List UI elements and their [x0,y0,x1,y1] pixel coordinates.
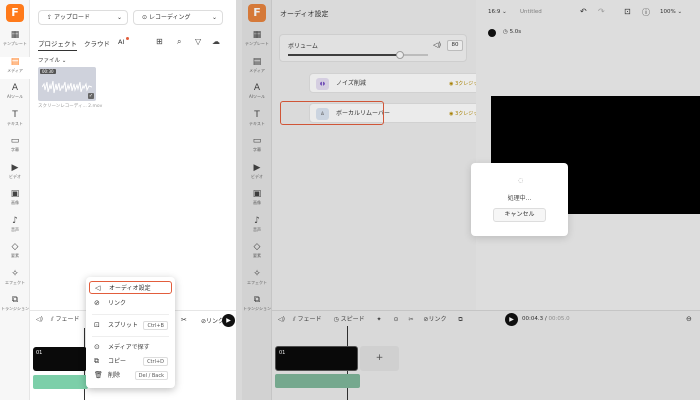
spinner-icon: ◌ [518,177,524,184]
ai-new-dot [126,37,129,40]
sidebar-icon: ▤ [10,56,20,67]
sidebar-item-8[interactable]: ◇ 要素 [0,242,30,264]
sidebar-item-label: 要素 [11,253,19,258]
sidebar-icon: ⧉ [11,295,19,305]
sidebar-item-label: AIツール [7,94,23,99]
sidebar-item-3[interactable]: T テキスト [0,110,30,132]
sidebar-item-label: テンプレート [3,41,27,46]
menu-item-delete[interactable]: 🗑 削除 Del / Back [89,369,172,382]
filter-icon[interactable]: ▽ [195,37,201,46]
sidebar-icon: ✧ [11,268,19,279]
audio-icon[interactable]: ◁) [36,316,43,323]
cancel-button[interactable]: キャンセル [493,208,546,222]
timeline-audio-clip[interactable] [33,375,88,389]
file-dropdown[interactable]: ファイル ⌄ [38,56,66,64]
menu-item-split[interactable]: ⊡ スプリット Ctrl+B [89,319,172,332]
trash-icon: 🗑 [94,371,103,379]
sidebar-item-6[interactable]: ▣ 画像 [0,189,30,211]
sidebar-item-label: 字幕 [11,147,19,152]
menu-item-copy[interactable]: ⧉ コピー Ctrl+D [89,355,172,368]
record-icon: ⊙ [142,14,149,21]
waveform-icon [42,80,92,94]
speaker-icon: ◁ [95,284,101,292]
left-sidebar-rail: F ▦ テンプレート ▤ メディア A AIツール T テキスト ▭ 字幕 ▶ ビデオ ▣ 画像 ♪ 音声 ◇ 要… [0,0,30,400]
shortcut-badge: Del / Back [134,371,168,380]
processing-dialog: ◌ 処理中... キャンセル [471,163,568,236]
sidebar-item-7[interactable]: ♪ 音声 [0,216,30,238]
chevron-down-icon: ⌄ [116,14,122,21]
app-logo: F [6,4,24,22]
sidebar-item-0[interactable]: ▦ テンプレート [0,30,30,52]
menu-divider [92,336,169,337]
sidebar-item-4[interactable]: ▭ 字幕 [0,136,30,158]
play-button[interactable]: ▶ [222,314,235,327]
sidebar-item-label: メディア [7,67,23,73]
sidebar-item-10[interactable]: ⧉ トランジション [0,295,30,317]
check-icon[interactable]: ✓ [88,93,94,99]
tab-ai[interactable]: AI [118,38,124,46]
sidebar-icon: ▣ [10,189,20,199]
sidebar-item-label: 音声 [11,226,19,232]
sidebar-icon: ♪ [12,215,18,226]
link-icon: ⊘ [94,299,100,307]
menu-divider [92,314,169,315]
sidebar-icon: ▦ [10,30,20,40]
tab-cloud[interactable]: クラウド [84,38,110,48]
upload-icon: ⇪ [47,14,54,21]
shortcut-badge: Ctrl+B [143,321,168,330]
fade-label[interactable]: フェード [56,316,80,323]
sidebar-item-1[interactable]: ▤ メディア [0,56,30,79]
sidebar-icon: ▭ [10,136,20,146]
sidebar-item-label: トランジション [1,306,29,311]
locate-icon: ⊙ [94,343,100,351]
chevron-down-icon: ⌄ [211,14,217,21]
split-icon: ⊡ [94,321,100,329]
record-button[interactable]: ⊙ レコーディング ⌄ [133,10,223,25]
media-clip-thumbnail[interactable]: 00:30 ✓ [38,67,96,101]
cloud-icon[interactable]: ☁ [212,37,220,46]
timeline-video-clip[interactable]: 01 [33,347,87,371]
left-editor-panel: F ▦ テンプレート ▤ メディア A AIツール T テキスト ▭ 字幕 ▶ ビデオ ▣ 画像 ♪ 音声 ◇ 要… [0,0,236,400]
context-menu: ◁ オーディオ設定 ⊘ リンク ⊡ スプリット Ctrl+B ⊙ メディアで探す ⧉ コピ… [86,277,175,388]
clip-filename: スクリーンレコーディ... 2.mov [38,104,103,109]
sidebar-item-5[interactable]: ▶ ビデオ [0,163,30,185]
sidebar-item-label: 画像 [11,200,19,205]
menu-item-link[interactable]: ⊘ リンク [89,297,172,310]
chevron-down-icon: ⌄ [61,58,67,64]
scissors-icon[interactable]: ✂ [181,316,187,324]
sidebar-item-label: テキスト [7,120,23,126]
upload-button[interactable]: ⇪ アップロード ⌄ [38,10,128,25]
sidebar-item-label: ビデオ [9,173,21,179]
right-editor-panel: F ▦ テンプレート ▤ メディア A AIツール T テキスト ▭ 字幕 ▶ ビデオ ▣ 画像 ♪ 音声 ◇ 要… [242,0,700,400]
menu-item-locate-media[interactable]: ⊙ メディアで探す [89,341,172,354]
add-folder-icon[interactable]: ⊞ [156,37,163,46]
fade-icon[interactable]: ⫽ [51,316,54,323]
sidebar-icon: A [11,83,19,93]
sidebar-icon: ▶ [11,162,19,173]
shortcut-badge: Ctrl+D [143,357,168,366]
search-icon[interactable]: ⌕ [177,37,181,47]
link-button[interactable]: ⊘リンク [201,316,224,325]
sidebar-item-label: エフェクト [5,279,25,285]
sidebar-icon: ◇ [11,242,19,252]
tab-project[interactable]: プロジェクト [38,38,77,51]
timeline-toolbar: ◁) ⫽ フェード [36,311,80,329]
processing-text: 処理中... [507,195,532,202]
menu-item-audio-settings[interactable]: ◁ オーディオ設定 [89,281,172,294]
clip-duration: 00:30 [40,69,56,74]
sidebar-icon: T [12,109,18,120]
sidebar-item-2[interactable]: A AIツール [0,83,30,105]
sidebar-item-9[interactable]: ✧ エフェクト [0,269,30,291]
copy-icon: ⧉ [94,357,99,365]
